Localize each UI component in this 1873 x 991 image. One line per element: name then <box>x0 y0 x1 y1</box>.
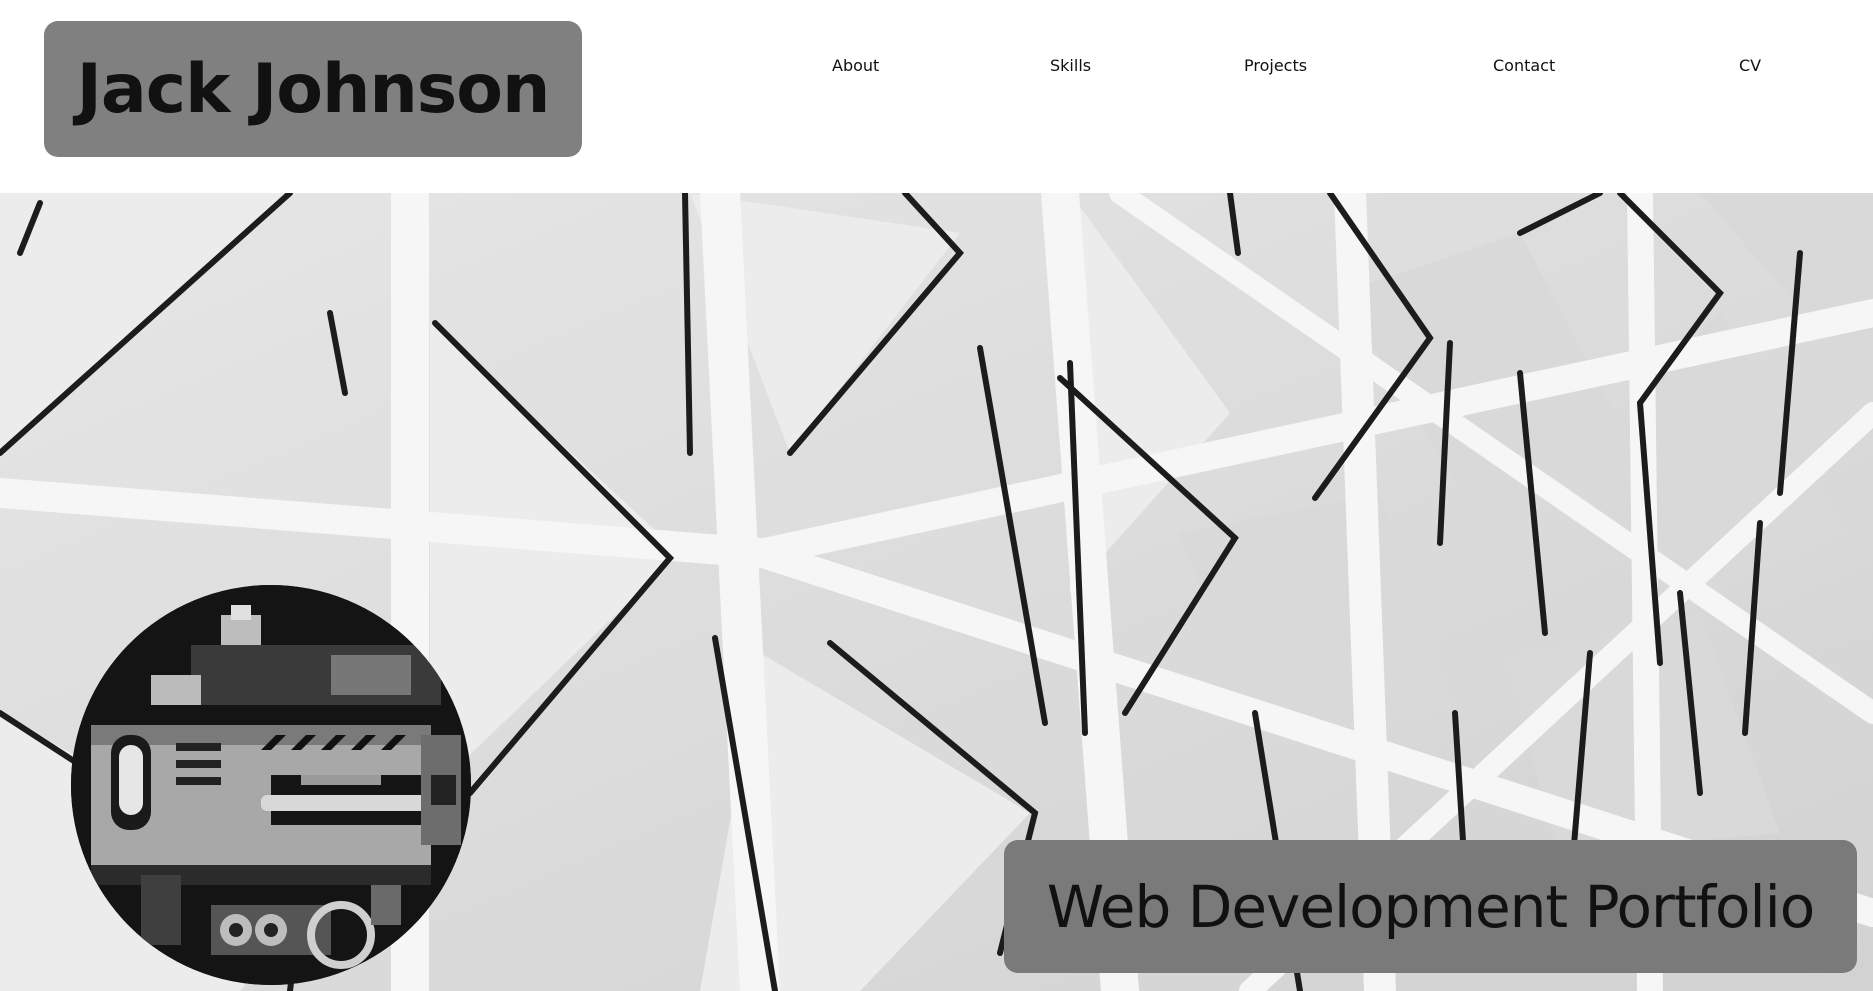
nav-link-skills[interactable]: Skills <box>1050 56 1091 75</box>
nav-link-projects[interactable]: Projects <box>1244 56 1307 75</box>
nav-link-contact[interactable]: Contact <box>1493 56 1555 75</box>
nav-link-cv[interactable]: CV <box>1739 56 1761 75</box>
brand-name[interactable]: Jack Johnson <box>77 50 551 129</box>
brand-box[interactable]: Jack Johnson <box>44 21 582 157</box>
pixel-robot-avatar-icon <box>71 585 471 985</box>
hero-section: Web Development Portfolio <box>0 193 1873 991</box>
tagline-text: Web Development Portfolio <box>1046 872 1815 941</box>
nav-link-about[interactable]: About <box>832 56 879 75</box>
avatar-robot-illustration <box>71 585 471 985</box>
site-header: Jack Johnson About Skills Projects Conta… <box>0 0 1873 193</box>
tagline-box: Web Development Portfolio <box>1004 840 1857 973</box>
